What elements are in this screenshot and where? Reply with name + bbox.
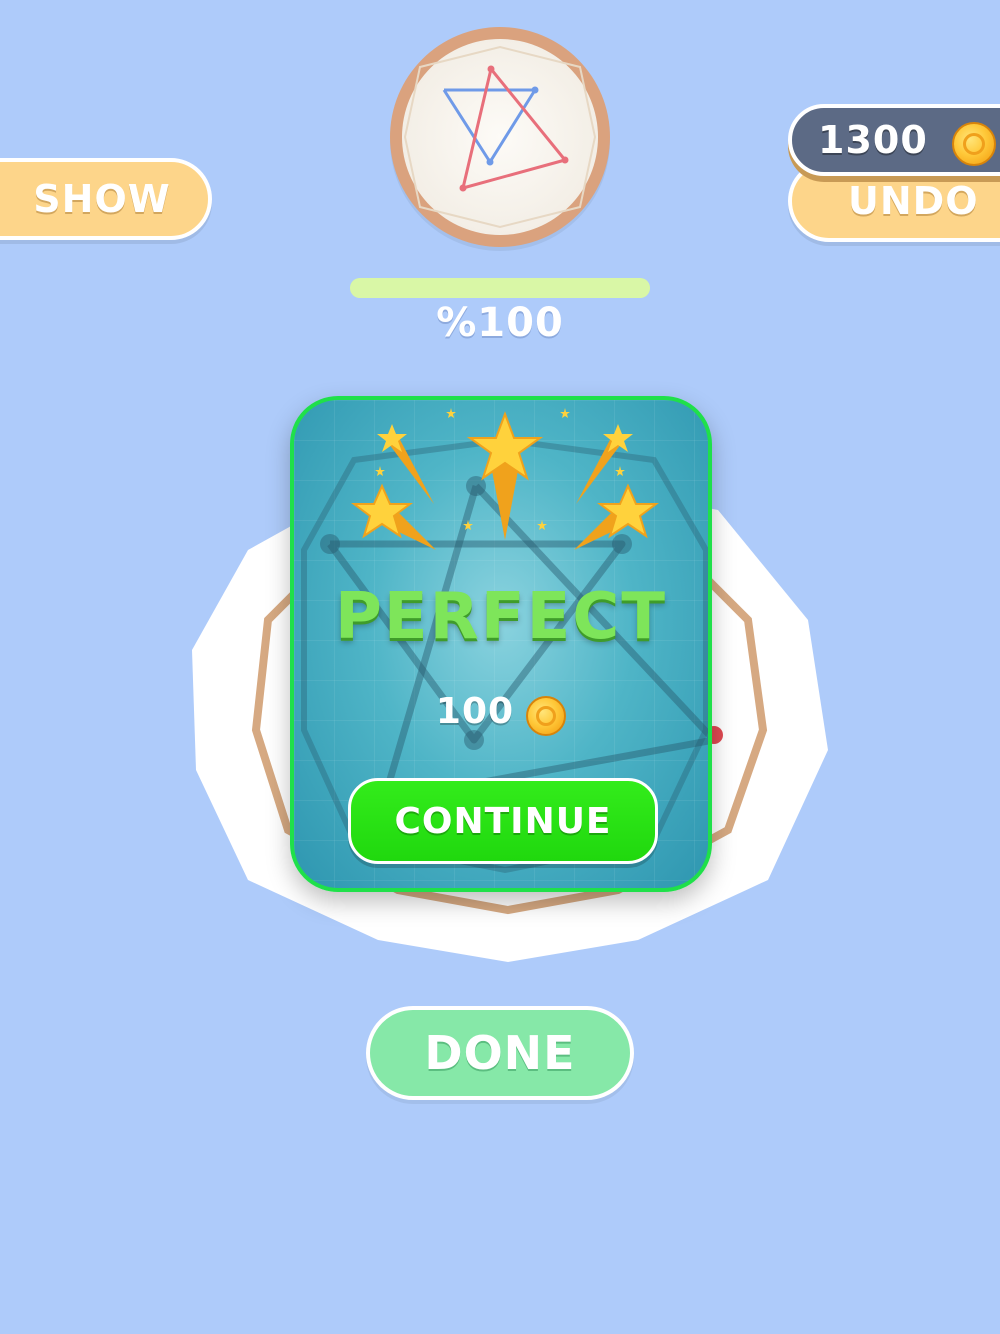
result-title: PERFECT xyxy=(335,580,667,654)
reward-row: 100 xyxy=(294,686,708,736)
progress-fill xyxy=(350,278,650,298)
done-button-label: DONE xyxy=(424,1026,576,1080)
coin-icon xyxy=(526,696,567,736)
result-popup: PERFECT 100 CONTINUE xyxy=(290,396,712,892)
show-button[interactable]: SHOW xyxy=(0,158,212,240)
target-shape-preview xyxy=(390,27,610,247)
progress-label: %100 xyxy=(436,300,564,346)
continue-button[interactable]: CONTINUE xyxy=(348,778,658,864)
reward-amount: 100 xyxy=(435,690,515,732)
progress-bar xyxy=(350,278,650,298)
coin-counter: 1300 xyxy=(788,104,1000,176)
continue-button-label: CONTINUE xyxy=(394,800,612,842)
coin-icon xyxy=(952,122,996,166)
undo-button-label: UNDO xyxy=(848,179,979,223)
coin-count: 1300 xyxy=(818,118,928,162)
done-button[interactable]: DONE xyxy=(366,1006,634,1100)
target-shape-drawing xyxy=(403,45,597,229)
show-button-label: SHOW xyxy=(33,177,171,221)
